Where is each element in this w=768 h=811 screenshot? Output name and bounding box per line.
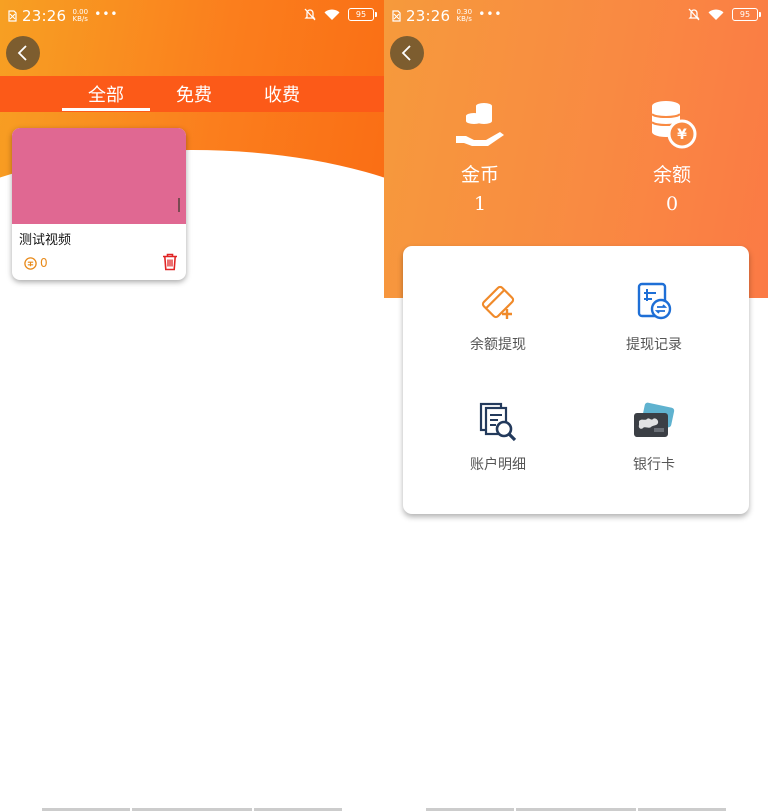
chevron-left-icon [401, 45, 411, 61]
wifi-icon [324, 9, 340, 20]
mute-icon [304, 8, 316, 21]
tab-selected-indicator [62, 108, 150, 111]
status-time: 23:26 [22, 7, 67, 25]
delete-icon[interactable] [162, 253, 178, 271]
withdraw-record-button[interactable]: 提现记录 [579, 280, 729, 354]
withdraw-balance-label: 余额提现 [470, 337, 526, 353]
coins-value: 1 [473, 193, 487, 215]
balance-value: 0 [665, 193, 679, 215]
tab-free[interactable]: 免费 [150, 76, 238, 112]
more-notifications-icon: ••• [478, 7, 503, 21]
mute-icon [688, 8, 700, 21]
chevron-left-icon [17, 45, 27, 61]
status-bar: 23:26 0.30 KB/s ••• 95 [384, 0, 768, 32]
status-bar: 23:26 0.00 KB/s ••• 95 [0, 0, 384, 32]
account-detail-label: 账户明细 [470, 457, 526, 473]
withdraw-record-label: 提现记录 [626, 337, 682, 353]
more-notifications-icon: ••• [94, 7, 119, 21]
bank-card-icon [634, 402, 675, 437]
withdraw-balance-button[interactable]: 余额提现 [423, 280, 573, 354]
video-coin-count: 0 [40, 256, 48, 270]
tab-all[interactable]: 全部 [62, 76, 150, 112]
function-grid-card: 余额提现 提现记录 账户明细 银行卡 [403, 246, 749, 514]
balance-label: 余额 [652, 164, 691, 186]
svg-text:¥: ¥ [677, 127, 687, 143]
network-speed: 0.00 KB/s [72, 8, 89, 23]
thumbnail-mark [178, 198, 180, 212]
coins-stat[interactable]: 金币 1 [420, 92, 540, 215]
bank-card-button[interactable]: 银行卡 [579, 400, 729, 474]
status-time: 23:26 [406, 7, 451, 25]
account-detail-button[interactable]: 账户明细 [423, 400, 573, 474]
no-sim-icon [392, 10, 401, 22]
network-speed: 0.30 KB/s [456, 8, 473, 23]
video-list-screen: 23:26 0.00 KB/s ••• 95 全部 免费 收费 测试视频 0 [0, 0, 384, 811]
withdraw-record-icon [637, 282, 672, 320]
coins-hand-icon [456, 103, 504, 146]
wallet-screen: 23:26 0.30 KB/s ••• 95 金币 1 ¥ 余额 0 余额提现 … [384, 0, 768, 811]
category-tab-bar: 全部 免费 收费 [0, 76, 384, 112]
coin-icon [24, 257, 37, 270]
back-button[interactable] [6, 36, 40, 70]
back-button[interactable] [390, 36, 424, 70]
no-sim-icon [8, 10, 17, 22]
video-title: 测试视频 [19, 233, 72, 248]
balance-stat[interactable]: ¥ 余额 0 [612, 92, 732, 215]
coins-label: 金币 [460, 164, 499, 186]
balance-coins-icon: ¥ [651, 101, 697, 149]
battery-icon: 95 [732, 8, 761, 21]
battery-icon: 95 [348, 8, 377, 21]
bank-card-label: 银行卡 [633, 457, 675, 473]
video-thumbnail [12, 128, 186, 224]
withdraw-card-icon [481, 285, 515, 319]
video-card[interactable]: 测试视频 0 [12, 128, 186, 280]
wifi-icon [708, 9, 724, 20]
tab-paid[interactable]: 收费 [238, 76, 326, 112]
account-detail-icon [479, 402, 517, 442]
